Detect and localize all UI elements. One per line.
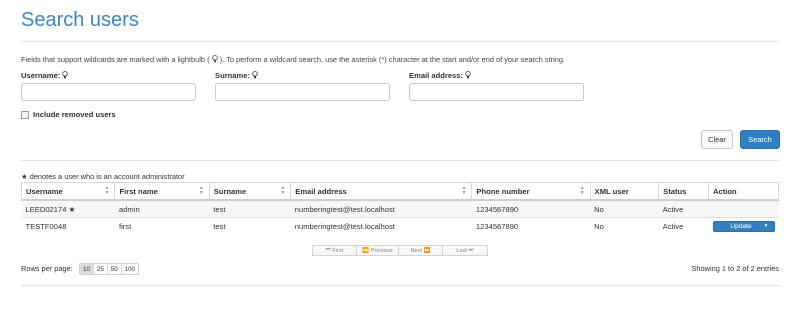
- first-page-icon: ⏮: [325, 247, 331, 253]
- cell-action: Update ▼: [708, 217, 779, 234]
- cell-xml-user: No: [590, 217, 659, 234]
- admin-legend: ★ denotes a user who is an account admin…: [21, 172, 185, 181]
- title-divider: [21, 41, 780, 42]
- rows-per-page-option[interactable]: 100: [120, 264, 138, 274]
- next-page-button[interactable]: Next ⏩: [398, 245, 443, 256]
- cell-status: Active: [658, 199, 709, 218]
- search-button[interactable]: Search: [740, 130, 780, 149]
- lightbulb-icon: [62, 71, 69, 79]
- cell-phone: 1234567890: [471, 217, 591, 234]
- column-header-first-name[interactable]: First name ▲ ▼: [114, 182, 210, 201]
- column-header-label: Username: [26, 186, 63, 196]
- column-header-label: Phone number: [476, 186, 530, 196]
- column-header-label: First name: [119, 186, 158, 196]
- table-header-row: Username ▲ ▼ First name ▲ ▼ Surname ▲ ▼ Email …: [20, 182, 779, 201]
- clear-button[interactable]: Clear: [701, 130, 733, 149]
- column-header-action: Action: [708, 182, 779, 201]
- include-removed-option[interactable]: Include removed users: [21, 110, 116, 119]
- column-header-xml-user: XML user: [589, 182, 660, 201]
- update-button[interactable]: Update ▼: [712, 220, 775, 232]
- sort-icon: ▲ ▼: [104, 185, 110, 196]
- help-text-before: Fields that support wildcards are marked…: [21, 55, 210, 64]
- footer-divider: [21, 285, 780, 286]
- cell-surname: test: [209, 217, 291, 234]
- rows-per-page-selector: 10 25 50 100: [79, 263, 139, 275]
- column-header-surname[interactable]: Surname ▲ ▼: [208, 182, 292, 201]
- email-label: Email address:: [409, 71, 471, 80]
- help-text-after: ). To perform a wildcard search, use the…: [219, 55, 566, 64]
- surname-label: Surname:: [215, 71, 258, 80]
- rows-per-page-option[interactable]: 10: [80, 264, 93, 274]
- last-page-icon: ⏭: [468, 247, 474, 253]
- cell-first-name: admin: [114, 199, 210, 218]
- pagination: ⏮ First ⏪ Previous Next ⏩ Last ⏭: [312, 245, 488, 256]
- lightbulb-icon: [211, 55, 218, 63]
- sort-icon: ▲ ▼: [461, 185, 467, 196]
- column-header-label: Action: [713, 186, 737, 196]
- username-label: Username:: [21, 71, 69, 80]
- column-header-label: Surname: [213, 186, 247, 196]
- previous-page-icon: ⏪: [362, 247, 370, 254]
- username-value: TESTF0048: [25, 221, 67, 231]
- include-removed-label: Include removed users: [33, 110, 116, 119]
- rows-per-page-label: Rows per page:: [21, 264, 73, 273]
- rows-per-page-option[interactable]: 25: [92, 264, 107, 274]
- surname-label-text: Surname:: [215, 71, 251, 80]
- username-input[interactable]: [21, 83, 196, 101]
- cell-first-name: first: [114, 217, 210, 234]
- column-header-label: XML user: [594, 186, 629, 196]
- caret-down-icon[interactable]: ▼: [764, 223, 769, 229]
- email-input[interactable]: [409, 83, 584, 101]
- cell-email: numberingtest@test.localhost: [290, 199, 472, 218]
- last-page-button[interactable]: Last ⏭: [442, 245, 488, 256]
- table-row[interactable]: LEED02174 ★ admin test numberingtest@tes…: [21, 199, 779, 218]
- cell-xml-user: No: [590, 199, 659, 218]
- cell-email: numberingtest@test.localhost: [290, 217, 472, 234]
- entries-summary: Showing 1 to 2 of 2 entries: [691, 264, 779, 273]
- first-page-label: First: [332, 247, 344, 254]
- email-label-text: Email address:: [409, 71, 464, 80]
- column-header-email[interactable]: Email address ▲ ▼: [290, 182, 473, 201]
- table-row[interactable]: TESTF0048 first test numberingtest@test.…: [21, 217, 779, 234]
- sort-icon: ▲ ▼: [579, 185, 585, 196]
- star-icon: ★: [21, 172, 28, 181]
- lightbulb-icon: [465, 71, 471, 79]
- column-header-status: Status: [658, 182, 709, 201]
- cell-username: TESTF0048: [21, 217, 115, 234]
- cell-phone: 1234567890: [471, 199, 591, 218]
- first-page-button[interactable]: ⏮ First: [312, 245, 357, 256]
- users-table: Username ▲ ▼ First name ▲ ▼ Surname ▲ ▼ Email …: [20, 182, 779, 234]
- form-divider: [21, 160, 780, 161]
- wildcard-help-text: Fields that support wildcards are marked…: [21, 55, 565, 64]
- sort-icon: ▲ ▼: [198, 185, 204, 196]
- page-title: Search users: [21, 9, 139, 31]
- previous-page-label: Previous: [370, 247, 393, 254]
- last-page-label: Last: [456, 247, 467, 254]
- lightbulb-icon: [252, 71, 258, 79]
- include-removed-checkbox[interactable]: [21, 110, 29, 119]
- update-button-label: Update: [730, 222, 752, 230]
- previous-page-button[interactable]: ⏪ Previous: [356, 245, 399, 256]
- column-header-username[interactable]: Username ▲ ▼: [20, 182, 116, 201]
- column-header-label: Email address: [295, 186, 347, 196]
- sort-icon: ▲ ▼: [280, 185, 286, 196]
- cell-action: [708, 199, 779, 218]
- surname-input[interactable]: [215, 83, 390, 101]
- star-icon: ★: [68, 204, 76, 214]
- username-label-text: Username:: [21, 71, 61, 80]
- cell-surname: test: [209, 199, 291, 218]
- column-header-phone[interactable]: Phone number ▲ ▼: [471, 182, 591, 201]
- column-header-label: Status: [663, 186, 687, 196]
- cell-username: LEED02174 ★: [21, 199, 115, 218]
- admin-legend-text: denotes a user who is an account adminis…: [29, 172, 185, 181]
- username-value: LEED02174: [25, 204, 67, 214]
- next-page-label: Next: [410, 247, 422, 254]
- rows-per-page-option[interactable]: 50: [106, 264, 121, 274]
- cell-status: Active: [658, 217, 709, 234]
- next-page-icon: ⏩: [423, 247, 431, 254]
